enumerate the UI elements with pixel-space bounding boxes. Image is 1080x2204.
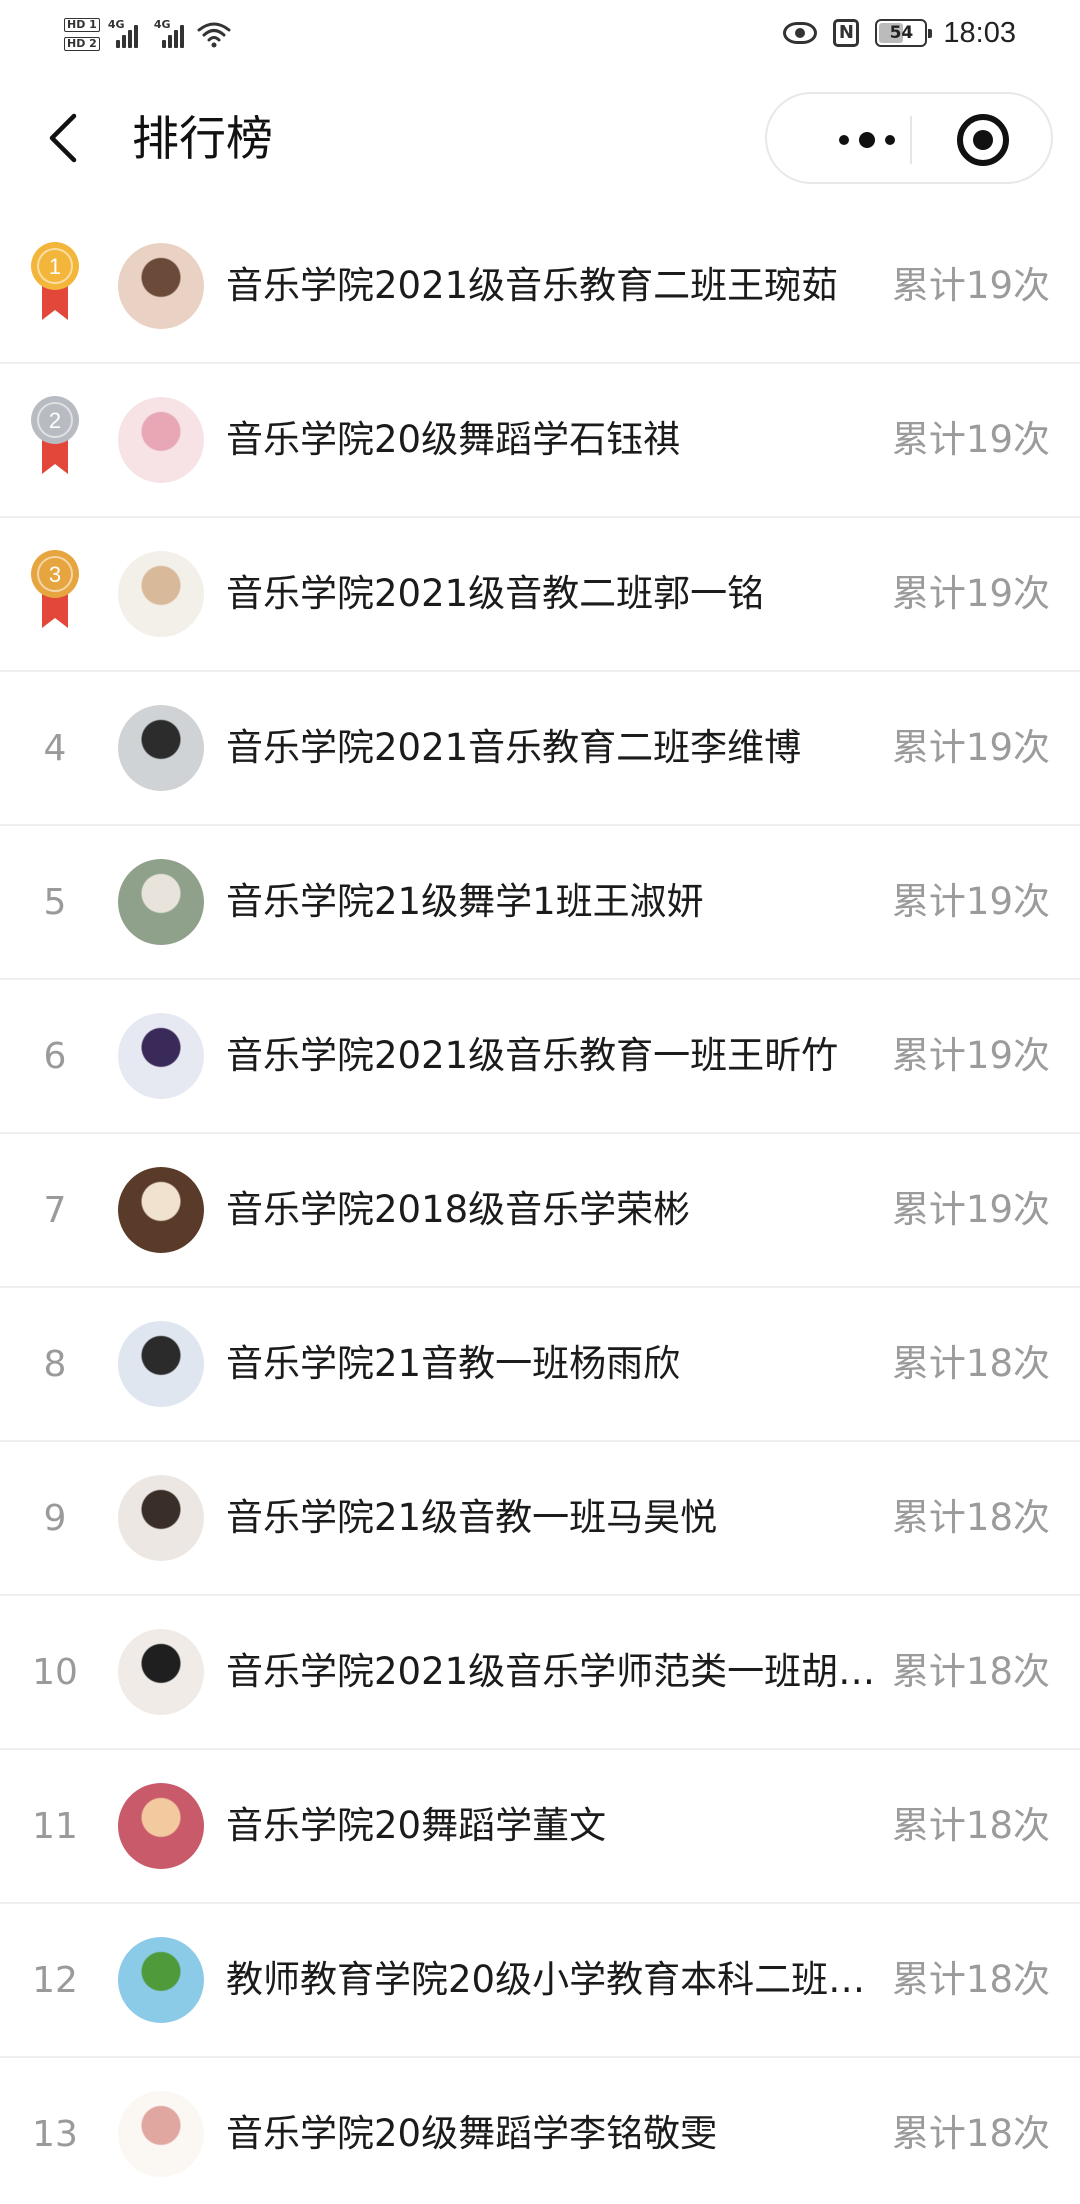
rank-number: 8 <box>43 1343 67 1385</box>
capsule-divider <box>910 116 912 164</box>
nfc-icon: N <box>833 19 860 47</box>
user-name: 音乐学院2021级音乐教育二班王琬茹 <box>226 264 839 307</box>
mini-program-capsule <box>765 92 1053 184</box>
checkin-count: 累计18次 <box>891 1958 1050 2001</box>
rank-number: 12 <box>32 1959 78 2001</box>
user-name: 音乐学院21音教一班杨雨欣 <box>226 1342 681 1385</box>
avatar[interactable] <box>118 859 204 945</box>
checkin-count: 累计19次 <box>891 1034 1050 1077</box>
more-dots-icon[interactable] <box>807 122 927 158</box>
list-item[interactable]: 5 音乐学院21级舞学1班王淑妍 累计19次 <box>0 826 1080 980</box>
checkin-count: 累计19次 <box>891 726 1050 769</box>
medal-rank: 1 <box>49 254 61 279</box>
dot <box>885 135 895 145</box>
rank-number: 6 <box>43 1035 67 1077</box>
avatar[interactable] <box>118 551 204 637</box>
dot <box>859 132 875 148</box>
rank-number: 5 <box>43 881 67 923</box>
rank-number: 4 <box>43 727 67 769</box>
list-item[interactable]: 11 音乐学院20舞蹈学董文 累计18次 <box>0 1750 1080 1904</box>
user-name: 音乐学院2021级音乐学师范类一班胡… <box>226 1650 876 1693</box>
medal-icon: 2 <box>31 396 79 474</box>
checkin-count: 累计19次 <box>891 880 1050 923</box>
user-name: 音乐学院20级舞蹈学石钰祺 <box>226 418 681 461</box>
checkin-count: 累计18次 <box>891 1650 1050 1693</box>
avatar[interactable] <box>118 1783 204 1869</box>
user-name: 音乐学院2021音乐教育二班李维博 <box>226 726 802 769</box>
avatar[interactable] <box>118 243 204 329</box>
user-name: 音乐学院21级舞学1班王淑妍 <box>226 880 704 923</box>
nav-bar: 排行榜 <box>0 66 1080 210</box>
clock: 18:03 <box>943 16 1016 49</box>
avatar[interactable] <box>118 1167 204 1253</box>
rank-number: 11 <box>32 1805 78 1847</box>
checkin-count: 累计19次 <box>891 264 1050 307</box>
list-item[interactable]: 9 音乐学院21级音教一班马昊悦 累计18次 <box>0 1442 1080 1596</box>
avatar[interactable] <box>118 1937 204 2023</box>
avatar[interactable] <box>118 1321 204 1407</box>
hd-indicators: HD 1 HD 2 <box>64 17 100 51</box>
user-name: 音乐学院20级舞蹈学李铭敬雯 <box>226 2112 718 2155</box>
ranking-list: 1 音乐学院2021级音乐教育二班王琬茹 累计19次 2 音乐学院20级舞蹈学石钰祺 累计… <box>0 210 1080 2204</box>
battery-level: 54 <box>889 23 914 43</box>
target-icon[interactable] <box>957 114 1009 166</box>
user-name: 音乐学院21级音教一班马昊悦 <box>226 1496 718 1539</box>
signal-icon: 4G <box>108 18 140 48</box>
hd2-badge: HD 2 <box>64 36 100 51</box>
avatar[interactable] <box>118 1013 204 1099</box>
list-item[interactable]: 12 教师教育学院20级小学教育本科二班… 累计18次 <box>0 1904 1080 2058</box>
rank-number: 10 <box>32 1651 78 1693</box>
medal-rank: 3 <box>49 562 61 587</box>
status-right: N 54 18:03 <box>783 10 1016 56</box>
checkin-count: 累计18次 <box>891 1804 1050 1847</box>
avatar[interactable] <box>118 1475 204 1561</box>
wifi-icon <box>197 22 231 48</box>
checkin-count: 累计19次 <box>891 1188 1050 1231</box>
chevron-left-icon[interactable] <box>40 108 90 168</box>
hd1-badge: HD 1 <box>64 17 100 32</box>
battery-icon: 54 <box>875 19 933 47</box>
medal-rank: 2 <box>49 408 61 433</box>
user-name: 音乐学院2018级音乐学荣彬 <box>226 1188 691 1231</box>
rank-number: 9 <box>43 1497 67 1539</box>
user-name: 音乐学院2021级音乐教育一班王昕竹 <box>226 1034 839 1077</box>
list-item[interactable]: 3 音乐学院2021级音教二班郭一铭 累计19次 <box>0 518 1080 672</box>
checkin-count: 累计19次 <box>891 572 1050 615</box>
list-item[interactable]: 4 音乐学院2021音乐教育二班李维博 累计19次 <box>0 672 1080 826</box>
user-name: 教师教育学院20级小学教育本科二班… <box>226 1958 866 2001</box>
user-name: 音乐学院20舞蹈学董文 <box>226 1804 607 1847</box>
status-bar: HD 1 HD 2 4G 4G N 54 18:03 <box>0 0 1080 66</box>
checkin-count: 累计18次 <box>891 1342 1050 1385</box>
medal-icon: 1 <box>31 242 79 320</box>
rank-number: 7 <box>43 1189 67 1231</box>
list-item[interactable]: 6 音乐学院2021级音乐教育一班王昕竹 累计19次 <box>0 980 1080 1134</box>
list-item[interactable]: 10 音乐学院2021级音乐学师范类一班胡… 累计18次 <box>0 1596 1080 1750</box>
rank-number: 13 <box>32 2113 78 2155</box>
list-item[interactable]: 7 音乐学院2018级音乐学荣彬 累计19次 <box>0 1134 1080 1288</box>
user-name: 音乐学院2021级音教二班郭一铭 <box>226 572 765 615</box>
avatar[interactable] <box>118 705 204 791</box>
list-item[interactable]: 8 音乐学院21音教一班杨雨欣 累计18次 <box>0 1288 1080 1442</box>
checkin-count: 累计18次 <box>891 1496 1050 1539</box>
eye-icon <box>783 22 818 44</box>
medal-icon: 3 <box>31 550 79 628</box>
status-left: HD 1 HD 2 4G 4G <box>64 8 232 60</box>
avatar[interactable] <box>118 397 204 483</box>
list-item[interactable]: 2 音乐学院20级舞蹈学石钰祺 累计19次 <box>0 364 1080 518</box>
list-item[interactable]: 1 音乐学院2021级音乐教育二班王琬茹 累计19次 <box>0 210 1080 364</box>
dot <box>839 135 849 145</box>
checkin-count: 累计19次 <box>891 418 1050 461</box>
list-item[interactable]: 13 音乐学院20级舞蹈学李铭敬雯 累计18次 <box>0 2058 1080 2204</box>
page-title: 排行榜 <box>132 112 273 167</box>
checkin-count: 累计18次 <box>891 2112 1050 2155</box>
signal-icon: 4G <box>154 18 186 48</box>
avatar[interactable] <box>118 1629 204 1715</box>
avatar[interactable] <box>118 2091 204 2177</box>
